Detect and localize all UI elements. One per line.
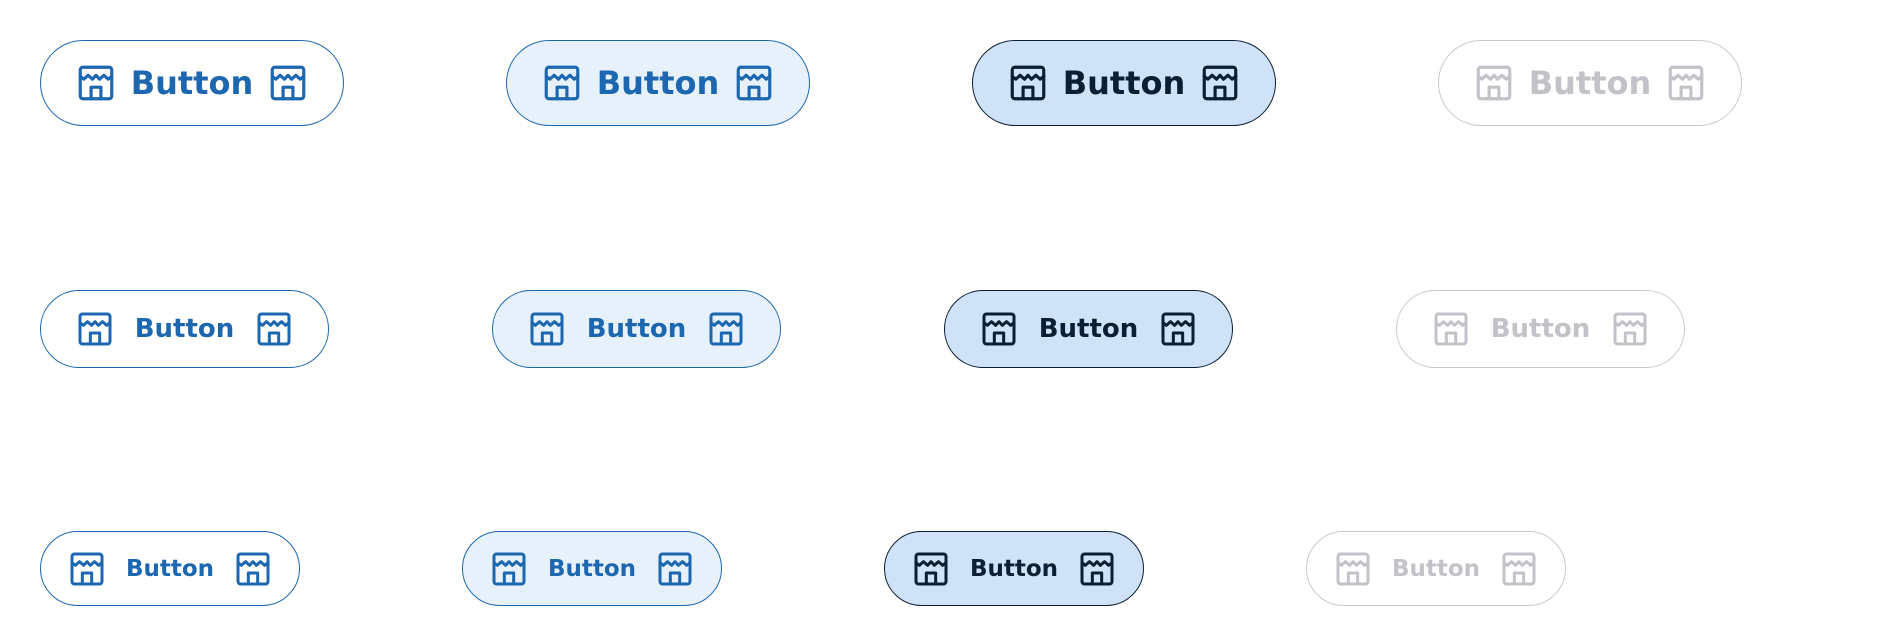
- button-label: Button: [596, 64, 720, 102]
- shop-icon: [75, 309, 115, 349]
- shop-icon: [267, 62, 309, 104]
- shop-icon: [655, 549, 695, 589]
- shop-icon: [979, 309, 1019, 349]
- button-large-disabled[interactable]: Button: [1438, 40, 1742, 126]
- shop-icon: [1610, 309, 1650, 349]
- shop-icon: [1158, 309, 1198, 349]
- button-label: Button: [1038, 314, 1139, 344]
- shop-icon: [706, 309, 746, 349]
- shop-icon: [1199, 62, 1241, 104]
- button-label: Button: [969, 555, 1059, 582]
- button-label: Button: [125, 555, 215, 582]
- shop-icon: [67, 549, 107, 589]
- shop-icon: [1431, 309, 1471, 349]
- button-label: Button: [586, 314, 687, 344]
- shop-icon: [911, 549, 951, 589]
- button-large-default[interactable]: Button: [40, 40, 344, 126]
- button-medium-disabled[interactable]: Button: [1396, 290, 1685, 368]
- shop-icon: [1665, 62, 1707, 104]
- button-label: Button: [134, 314, 235, 344]
- button-label: Button: [1391, 555, 1481, 582]
- shop-icon: [1333, 549, 1373, 589]
- shop-icon: [541, 62, 583, 104]
- button-label: Button: [1528, 64, 1652, 102]
- shop-icon: [1077, 549, 1117, 589]
- button-label: Button: [1490, 314, 1591, 344]
- button-small-default[interactable]: Button: [40, 531, 300, 606]
- shop-icon: [489, 549, 529, 589]
- button-medium-hover[interactable]: Button: [492, 290, 781, 368]
- button-small-pressed[interactable]: Button: [884, 531, 1144, 606]
- shop-icon: [1473, 62, 1515, 104]
- shop-icon: [527, 309, 567, 349]
- button-label: Button: [1062, 64, 1186, 102]
- button-label: Button: [130, 64, 254, 102]
- shop-icon: [733, 62, 775, 104]
- shop-icon: [233, 549, 273, 589]
- button-large-hover[interactable]: Button: [506, 40, 810, 126]
- shop-icon: [1007, 62, 1049, 104]
- button-label: Button: [547, 555, 637, 582]
- button-small-disabled[interactable]: Button: [1306, 531, 1566, 606]
- button-medium-default[interactable]: Button: [40, 290, 329, 368]
- shop-icon: [254, 309, 294, 349]
- button-small-hover[interactable]: Button: [462, 531, 722, 606]
- button-large-pressed[interactable]: Button: [972, 40, 1276, 126]
- shop-icon: [1499, 549, 1539, 589]
- shop-icon: [75, 62, 117, 104]
- button-medium-pressed[interactable]: Button: [944, 290, 1233, 368]
